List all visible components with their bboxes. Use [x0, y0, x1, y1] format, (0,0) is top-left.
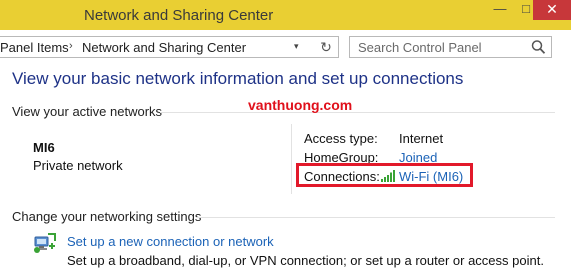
change-settings-label: Change your networking settings: [12, 209, 202, 224]
network-type[interactable]: Private network: [33, 158, 123, 173]
section-divider-2: [196, 217, 555, 218]
section-divider: [160, 112, 555, 113]
access-type-value: Internet: [399, 131, 444, 146]
page-title: View your basic network information and …: [12, 69, 464, 88]
new-connection-icon[interactable]: [32, 233, 56, 255]
access-type-label: Access type:: [304, 131, 378, 146]
breadcrumb-panel-items[interactable]: Panel Items: [0, 40, 69, 55]
search-placeholder: Search Control Panel: [358, 40, 482, 55]
setup-connection-link[interactable]: Set up a new connection or network: [67, 234, 274, 249]
highlight-box: [296, 163, 473, 187]
breadcrumb-network-and-sharing-center[interactable]: Network and Sharing Center: [82, 40, 246, 55]
active-networks-label: View your active networks: [12, 104, 163, 119]
search-icon[interactable]: [530, 39, 546, 55]
minimize-button[interactable]: —: [487, 0, 513, 20]
network-name: MI6: [33, 140, 55, 155]
setup-connection-description: Set up a broadband, dial-up, or VPN conn…: [67, 253, 544, 268]
watermark-text: vanthuong.com: [248, 97, 353, 113]
refresh-icon[interactable]: ↻: [316, 38, 336, 56]
chevron-down-icon[interactable]: ▾: [294, 41, 299, 52]
window-title: Network and Sharing Center: [84, 7, 274, 24]
close-button[interactable]: ✕: [533, 0, 571, 20]
breadcrumb-separator[interactable]: ›: [69, 40, 73, 52]
vertical-divider: [291, 124, 292, 194]
